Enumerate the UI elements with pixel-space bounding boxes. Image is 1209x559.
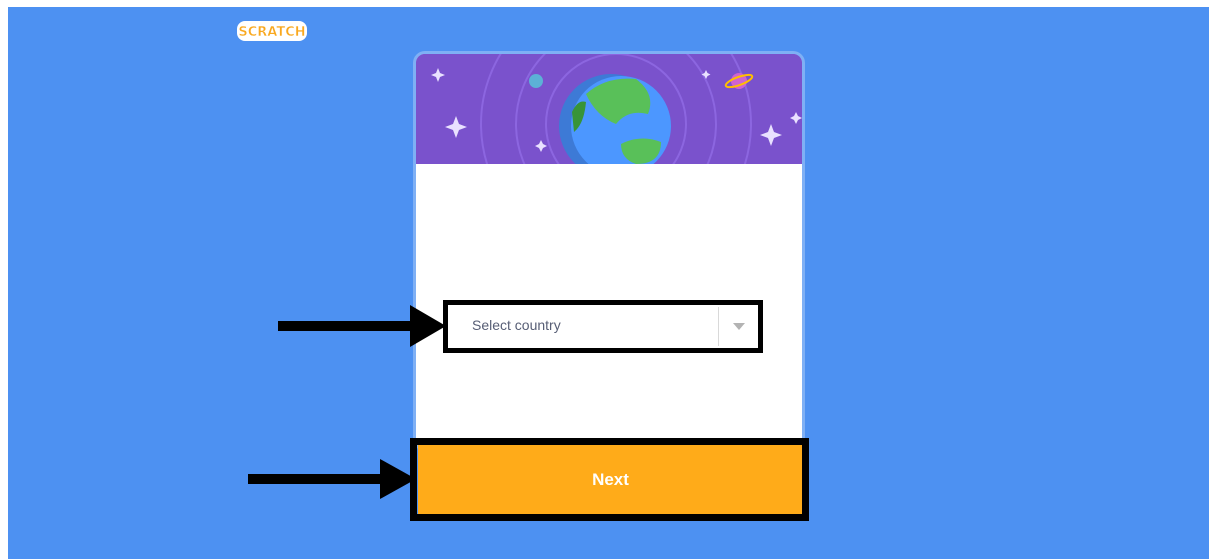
next-button-highlight (410, 438, 809, 521)
arrow-right-icon (248, 459, 416, 499)
arrow-right-icon (278, 305, 446, 347)
scratch-logo[interactable]: SCRATCH (236, 20, 308, 42)
onboarding-card (413, 51, 805, 451)
banner (416, 54, 802, 164)
scratch-logo-icon: SCRATCH (237, 21, 307, 41)
logo-text: SCRATCH (238, 25, 305, 40)
globe-illustration-icon (416, 54, 802, 164)
country-select-highlight (443, 300, 763, 353)
